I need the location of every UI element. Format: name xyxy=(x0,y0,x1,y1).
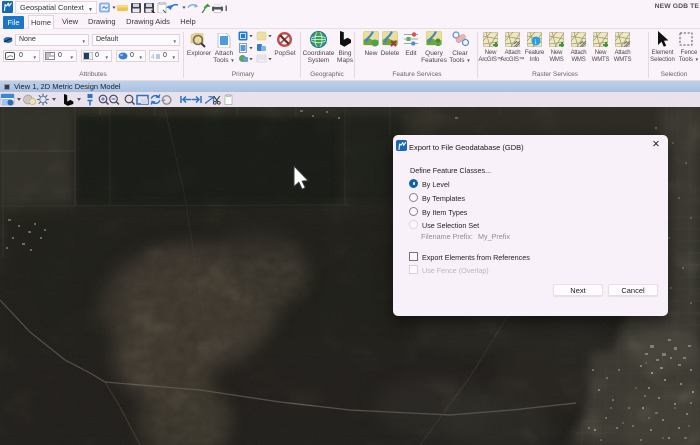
svg-text:i: i xyxy=(535,38,537,46)
svg-text:4: 4 xyxy=(151,54,155,60)
